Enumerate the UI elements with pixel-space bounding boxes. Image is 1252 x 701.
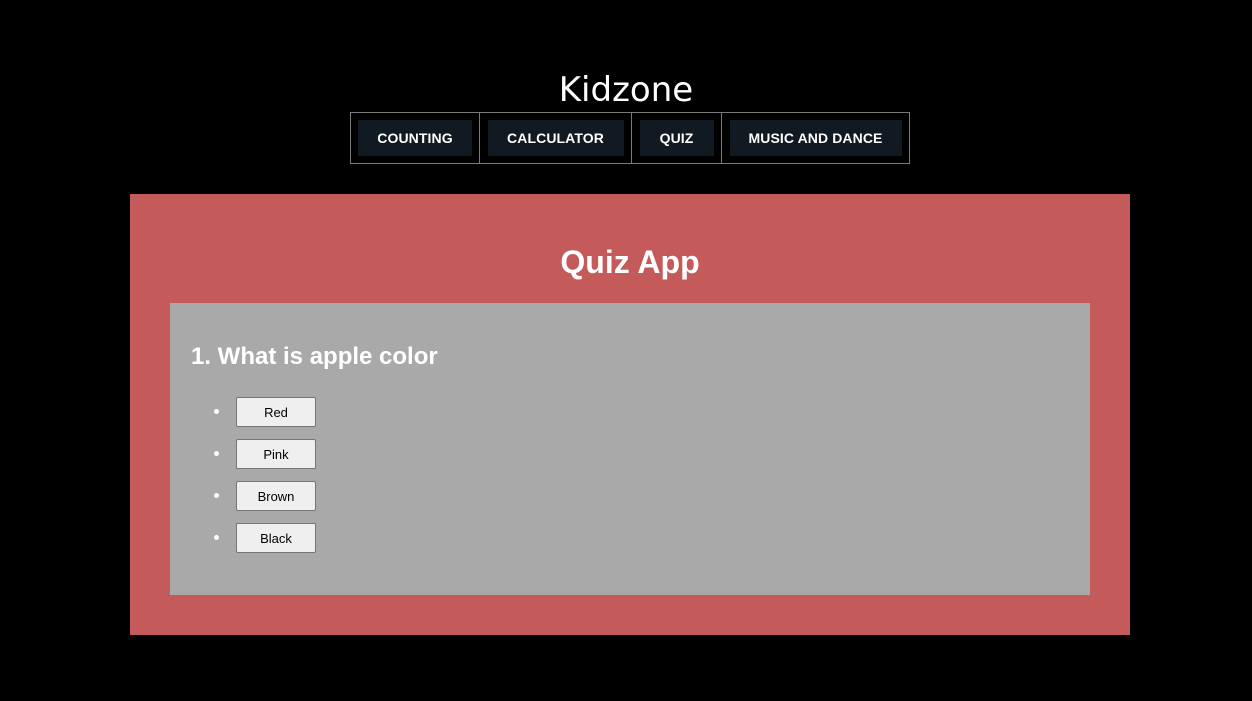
list-item: Black: [191, 523, 316, 565]
quiz-panel: Quiz App 1. What is apple color Red Pink…: [130, 194, 1130, 635]
nav-cell-music-and-dance: MUSIC AND DANCE: [722, 112, 910, 164]
question-text: 1. What is apple color: [191, 343, 438, 370]
list-item: Brown: [191, 481, 316, 523]
answer-red-button[interactable]: Red: [236, 397, 316, 427]
nav-cell-quiz: QUIZ: [632, 112, 722, 164]
nav-counting-button[interactable]: COUNTING: [358, 120, 472, 156]
bullet-icon: [214, 535, 219, 540]
bullet-icon: [214, 409, 219, 414]
nav-cell-calculator: CALCULATOR: [480, 112, 632, 164]
answer-brown-button[interactable]: Brown: [236, 481, 316, 511]
answer-options-list: Red Pink Brown Black: [191, 397, 316, 565]
nav-quiz-button[interactable]: QUIZ: [639, 120, 714, 156]
bullet-icon: [214, 451, 219, 456]
nav-calculator-button[interactable]: CALCULATOR: [487, 120, 624, 156]
quiz-title: Quiz App: [560, 244, 700, 280]
nav-cell-counting: COUNTING: [350, 112, 480, 164]
answer-pink-button[interactable]: Pink: [236, 439, 316, 469]
nav-music-and-dance-button[interactable]: MUSIC AND DANCE: [729, 120, 902, 156]
question-box: 1. What is apple color Red Pink Brown Bl…: [170, 303, 1090, 595]
site-title: Kidzone: [558, 70, 694, 110]
list-item: Pink: [191, 439, 316, 481]
main-nav: COUNTING CALCULATOR QUIZ MUSIC AND DANCE: [350, 112, 910, 164]
list-item: Red: [191, 397, 316, 439]
bullet-icon: [214, 493, 219, 498]
answer-black-button[interactable]: Black: [236, 523, 316, 553]
